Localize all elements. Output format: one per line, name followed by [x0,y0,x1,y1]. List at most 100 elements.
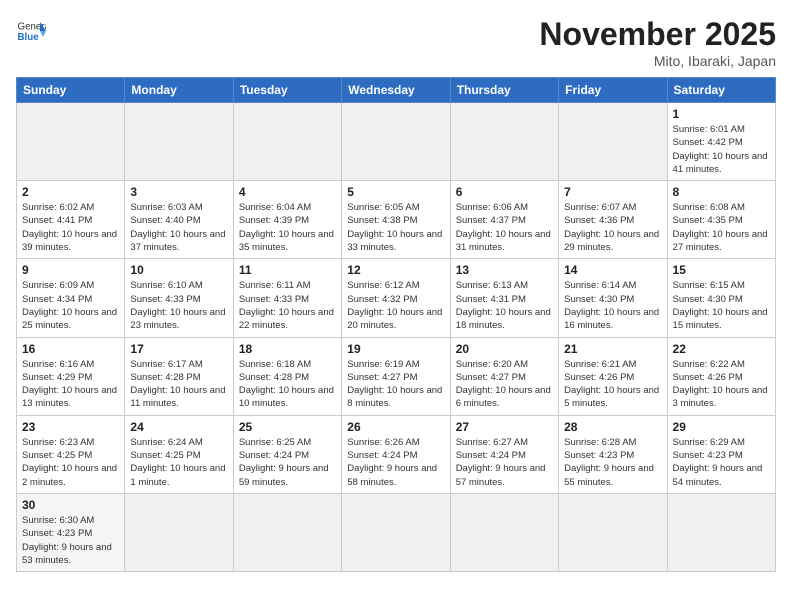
calendar-week-row: 2 Sunrise: 6:02 AM Sunset: 4:41 PM Daylig… [17,181,776,259]
day-number: 15 [673,263,770,277]
day-number: 5 [347,185,444,199]
day-number: 14 [564,263,661,277]
calendar-cell: 18 Sunrise: 6:18 AM Sunset: 4:28 PM Dayli… [233,337,341,415]
day-info: Sunrise: 6:07 AM Sunset: 4:36 PM Dayligh… [564,201,661,254]
calendar-cell: 1 Sunrise: 6:01 AM Sunset: 4:42 PM Daylig… [667,103,775,181]
day-info: Sunrise: 6:23 AM Sunset: 4:25 PM Dayligh… [22,436,119,489]
calendar-cell: 4Sunrise: 6:04 AM Sunset: 4:39 PM Daylig… [233,181,341,259]
calendar-cell: 2 Sunrise: 6:02 AM Sunset: 4:41 PM Daylig… [17,181,125,259]
day-info: Sunrise: 6:18 AM Sunset: 4:28 PM Dayligh… [239,358,336,411]
calendar-cell: 21 Sunrise: 6:21 AM Sunset: 4:26 PM Dayli… [559,337,667,415]
page-header: General Blue November 2025 Mito, Ibaraki… [16,16,776,69]
day-number: 21 [564,342,661,356]
calendar-week-row: 23 Sunrise: 6:23 AM Sunset: 4:25 PM Dayli… [17,415,776,493]
day-info: Sunrise: 6:14 AM Sunset: 4:30 PM Dayligh… [564,279,661,332]
location: Mito, Ibaraki, Japan [539,53,776,69]
calendar-cell: 6 Sunrise: 6:06 AM Sunset: 4:37 PM Daylig… [450,181,558,259]
day-number: 18 [239,342,336,356]
calendar-cell: 9Sunrise: 6:09 AM Sunset: 4:34 PM Daylig… [17,259,125,337]
calendar-week-row: 30Sunrise: 6:30 AM Sunset: 4:23 PM Dayli… [17,493,776,571]
col-header-monday: Monday [125,78,233,103]
day-number: 7 [564,185,661,199]
calendar-week-row: 16 Sunrise: 6:16 AM Sunset: 4:29 PM Dayli… [17,337,776,415]
title-area: November 2025 Mito, Ibaraki, Japan [539,16,776,69]
day-number: 23 [22,420,119,434]
calendar-cell [17,103,125,181]
calendar-cell: 14 Sunrise: 6:14 AM Sunset: 4:30 PM Dayli… [559,259,667,337]
day-info: Sunrise: 6:27 AM Sunset: 4:24 PM Dayligh… [456,436,553,489]
day-info: Sunrise: 6:15 AM Sunset: 4:30 PM Dayligh… [673,279,770,332]
calendar-cell: 29 Sunrise: 6:29 AM Sunset: 4:23 PM Dayli… [667,415,775,493]
day-number: 13 [456,263,553,277]
calendar-cell: 8Sunrise: 6:08 AM Sunset: 4:35 PM Daylig… [667,181,775,259]
day-info: Sunrise: 6:19 AM Sunset: 4:27 PM Dayligh… [347,358,444,411]
calendar-cell: 12 Sunrise: 6:12 AM Sunset: 4:32 PM Dayli… [342,259,450,337]
day-info: Sunrise: 6:11 AM Sunset: 4:33 PM Dayligh… [239,279,336,332]
day-info: Sunrise: 6:06 AM Sunset: 4:37 PM Dayligh… [456,201,553,254]
day-number: 22 [673,342,770,356]
day-info: Sunrise: 6:03 AM Sunset: 4:40 PM Dayligh… [130,201,227,254]
calendar-cell: 27 Sunrise: 6:27 AM Sunset: 4:24 PM Dayli… [450,415,558,493]
day-number: 24 [130,420,227,434]
calendar-cell: 20Sunrise: 6:20 AM Sunset: 4:27 PM Dayli… [450,337,558,415]
calendar-cell: 5Sunrise: 6:05 AM Sunset: 4:38 PM Daylig… [342,181,450,259]
col-header-friday: Friday [559,78,667,103]
calendar-cell [233,103,341,181]
calendar-cell: 19Sunrise: 6:19 AM Sunset: 4:27 PM Dayli… [342,337,450,415]
calendar-cell: 30Sunrise: 6:30 AM Sunset: 4:23 PM Dayli… [17,493,125,571]
day-info: Sunrise: 6:17 AM Sunset: 4:28 PM Dayligh… [130,358,227,411]
day-info: Sunrise: 6:12 AM Sunset: 4:32 PM Dayligh… [347,279,444,332]
day-number: 26 [347,420,444,434]
calendar-cell: 22Sunrise: 6:22 AM Sunset: 4:26 PM Dayli… [667,337,775,415]
calendar-cell [125,493,233,571]
day-info: Sunrise: 6:10 AM Sunset: 4:33 PM Dayligh… [130,279,227,332]
day-info: Sunrise: 6:04 AM Sunset: 4:39 PM Dayligh… [239,201,336,254]
calendar-cell [667,493,775,571]
day-info: Sunrise: 6:21 AM Sunset: 4:26 PM Dayligh… [564,358,661,411]
day-info: Sunrise: 6:01 AM Sunset: 4:42 PM Dayligh… [673,123,770,176]
svg-text:Blue: Blue [18,32,40,43]
calendar-cell: 25 Sunrise: 6:25 AM Sunset: 4:24 PM Dayli… [233,415,341,493]
calendar-cell: 26Sunrise: 6:26 AM Sunset: 4:24 PM Dayli… [342,415,450,493]
day-info: Sunrise: 6:13 AM Sunset: 4:31 PM Dayligh… [456,279,553,332]
day-number: 2 [22,185,119,199]
calendar-cell: 28 Sunrise: 6:28 AM Sunset: 4:23 PM Dayli… [559,415,667,493]
calendar-table: SundayMondayTuesdayWednesdayThursdayFrid… [16,77,776,572]
calendar-cell: 17 Sunrise: 6:17 AM Sunset: 4:28 PM Dayli… [125,337,233,415]
day-number: 25 [239,420,336,434]
calendar-cell [559,493,667,571]
calendar-cell [233,493,341,571]
day-number: 17 [130,342,227,356]
day-info: Sunrise: 6:28 AM Sunset: 4:23 PM Dayligh… [564,436,661,489]
day-number: 28 [564,420,661,434]
calendar-cell: 24 Sunrise: 6:24 AM Sunset: 4:25 PM Dayli… [125,415,233,493]
calendar-cell: 15 Sunrise: 6:15 AM Sunset: 4:30 PM Dayli… [667,259,775,337]
calendar-cell [342,493,450,571]
calendar-cell: 3Sunrise: 6:03 AM Sunset: 4:40 PM Daylig… [125,181,233,259]
day-number: 11 [239,263,336,277]
day-info: Sunrise: 6:08 AM Sunset: 4:35 PM Dayligh… [673,201,770,254]
day-number: 16 [22,342,119,356]
col-header-wednesday: Wednesday [342,78,450,103]
col-header-sunday: Sunday [17,78,125,103]
calendar-cell [342,103,450,181]
day-number: 6 [456,185,553,199]
col-header-thursday: Thursday [450,78,558,103]
logo-icon: General Blue [16,16,46,46]
day-info: Sunrise: 6:30 AM Sunset: 4:23 PM Dayligh… [22,514,119,567]
day-number: 1 [673,107,770,121]
day-number: 29 [673,420,770,434]
day-number: 27 [456,420,553,434]
day-number: 20 [456,342,553,356]
calendar-cell: 13 Sunrise: 6:13 AM Sunset: 4:31 PM Dayli… [450,259,558,337]
day-info: Sunrise: 6:29 AM Sunset: 4:23 PM Dayligh… [673,436,770,489]
day-info: Sunrise: 6:25 AM Sunset: 4:24 PM Dayligh… [239,436,336,489]
day-number: 12 [347,263,444,277]
calendar-cell [559,103,667,181]
day-info: Sunrise: 6:16 AM Sunset: 4:29 PM Dayligh… [22,358,119,411]
day-number: 9 [22,263,119,277]
col-header-tuesday: Tuesday [233,78,341,103]
day-info: Sunrise: 6:02 AM Sunset: 4:41 PM Dayligh… [22,201,119,254]
calendar-cell: 11 Sunrise: 6:11 AM Sunset: 4:33 PM Dayli… [233,259,341,337]
day-info: Sunrise: 6:24 AM Sunset: 4:25 PM Dayligh… [130,436,227,489]
